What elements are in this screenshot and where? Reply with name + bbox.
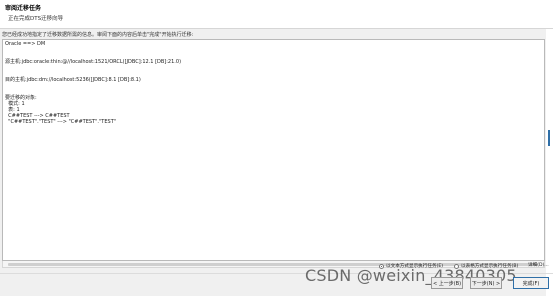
wizard-title: 审阅迁移任务 [5,5,42,12]
back-button[interactable]: < 上一步(B) [431,277,463,289]
finish-button[interactable]: 完成(F) [513,277,549,289]
summary-content: Oracle ==> DM 源主机:jdbc:oracle:thin:@//lo… [5,41,181,125]
summary-line: 源主机:jdbc:oracle:thin:@//localhost:1521/O… [5,59,182,65]
summary-line: "C##TEST"."TEST" ---> "C##TEST"."TEST" [5,119,117,125]
wizard-header: 审阅迁移任务 正在完成DTS迁移向导 [0,0,553,29]
instruction-text: 您已经成功地指定了迁移数据所需的信息。审阅下面的内容后单击"完成"开始执行迁移: [2,32,194,38]
right-edge-accent [548,130,550,146]
next-button[interactable]: 下一步(N) > [470,277,502,289]
detail-button[interactable]: 详细(D)... [528,262,549,270]
wizard-subtitle: 正在完成DTS迁移向导 [8,16,64,22]
right-edge-panel [546,29,553,296]
summary-text-area[interactable]: Oracle ==> DM 源主机:jdbc:oracle:thin:@//lo… [2,39,545,261]
